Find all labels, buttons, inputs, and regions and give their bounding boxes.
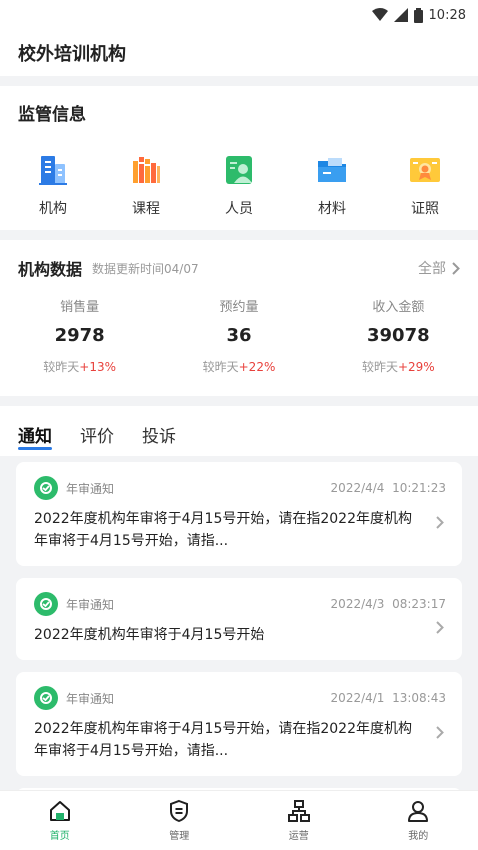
view-all-label: 全部 <box>418 261 446 277</box>
stat-sales: 销售量 2978 较昨天+13% <box>0 296 159 396</box>
stats-row: 销售量 2978 较昨天+13% 预约量 36 较昨天+22% 收入金额 390… <box>0 296 478 396</box>
view-all-link[interactable]: 全部 <box>418 258 460 278</box>
notice-tabs: 通知 评价 投诉 <box>0 406 478 456</box>
notice-card[interactable]: 年审通知 2022/4/1 13:08:43 2022年度机构年审将于4月15号… <box>16 672 462 776</box>
app-header: 校外培训机构 <box>0 30 478 76</box>
supervision-card: 监管信息 机构 课程 人员 材料 证照 <box>0 86 478 230</box>
tab-bar-label: 首页 <box>49 831 70 842</box>
page-title: 校外培训机构 <box>18 44 126 65</box>
supervision-grid: 机构 课程 人员 材料 证照 <box>0 138 478 230</box>
tab-bar-manage[interactable]: 管理 <box>120 791 240 850</box>
org-data-card: 机构数据 数据更新时间04/07 全部 销售量 2978 较昨天+13% 预约量… <box>0 240 478 396</box>
tab-review[interactable]: 评价 <box>80 422 114 448</box>
notice-card[interactable]: 年审通知 2022/4/3 08:23:17 2022年度机构年审将于4月15号… <box>16 578 462 660</box>
tab-bar-mine[interactable]: 我的 <box>359 791 478 850</box>
notice-card[interactable]: 年审通知 2022/4/4 10:21:23 2022年度机构年审将于4月15号… <box>16 462 462 566</box>
chevron-right-icon <box>436 726 444 739</box>
supervision-item-label: 课程 <box>132 201 160 217</box>
tab-bar-label: 管理 <box>169 831 190 842</box>
stat-bookings: 预约量 36 较昨天+22% <box>159 296 318 396</box>
notice-type: 年审通知 <box>66 597 115 612</box>
supervision-item-material[interactable]: 材料 <box>287 152 377 230</box>
chevron-right-icon <box>436 621 444 634</box>
org-data-title: 机构数据 <box>18 260 83 279</box>
network-icon <box>287 800 310 822</box>
supervision-item-label: 材料 <box>318 201 346 217</box>
signal-icon <box>393 8 408 22</box>
folder-icon <box>318 158 346 182</box>
status-time: 10:28 <box>428 7 466 23</box>
supervision-item-staff[interactable]: 人员 <box>194 152 284 230</box>
certificate-icon <box>410 158 440 182</box>
notice-icon <box>34 686 58 710</box>
supervision-item-org[interactable]: 机构 <box>8 152 98 230</box>
notice-icon <box>34 592 58 616</box>
stat-value: 36 <box>226 325 252 346</box>
chevron-right-icon <box>452 261 460 275</box>
chevron-right-icon <box>436 516 444 529</box>
notice-datetime: 2022/4/1 13:08:43 <box>330 691 446 705</box>
notice-list: 年审通知 2022/4/4 10:21:23 2022年度机构年审将于4月15号… <box>0 456 478 796</box>
stat-label: 预约量 <box>219 300 259 315</box>
supervision-title: 监管信息 <box>18 105 86 125</box>
stat-value: 39078 <box>367 325 430 346</box>
stat-change: 较昨天+22% <box>202 360 276 374</box>
supervision-item-label: 人员 <box>225 201 253 217</box>
stat-label: 收入金额 <box>372 300 425 315</box>
stat-value: 2978 <box>54 325 105 346</box>
stat-label: 销售量 <box>60 300 100 315</box>
notice-text: 2022年度机构年审将于4月15号开始，请在指2022年度机构年审将于4月15号… <box>34 721 412 759</box>
building-icon <box>39 156 67 185</box>
notice-icon <box>34 476 58 500</box>
tab-bar-label: 运营 <box>288 831 309 842</box>
tab-notice[interactable]: 通知 <box>18 422 52 450</box>
tab-complaint[interactable]: 投诉 <box>142 422 176 448</box>
home-icon <box>49 801 70 821</box>
supervision-item-label: 证照 <box>411 201 439 217</box>
notice-type: 年审通知 <box>66 691 115 706</box>
status-bar: 10:28 <box>0 0 478 30</box>
shield-list-icon <box>170 799 189 823</box>
notice-text: 2022年度机构年审将于4月15号开始 <box>34 627 265 643</box>
tab-bar-label: 我的 <box>408 831 429 842</box>
tab-bar-operations[interactable]: 运营 <box>239 791 359 850</box>
supervision-item-label: 机构 <box>39 201 67 217</box>
tab-bar-home[interactable]: 首页 <box>0 791 120 850</box>
bottom-tab-bar: 首页 管理 运营 我的 <box>0 790 478 850</box>
wifi-icon <box>371 8 388 21</box>
notice-datetime: 2022/4/4 10:21:23 <box>330 481 446 495</box>
user-icon <box>408 801 429 822</box>
stat-revenue: 收入金额 39078 较昨天+29% <box>319 296 478 396</box>
notice-type: 年审通知 <box>66 481 115 496</box>
stat-change: 较昨天+29% <box>361 360 435 374</box>
data-update-time: 数据更新时间04/07 <box>92 261 199 276</box>
supervision-item-course[interactable]: 课程 <box>101 152 191 230</box>
books-icon <box>133 157 160 183</box>
person-card-icon <box>226 156 252 184</box>
org-data-header: 机构数据 数据更新时间04/07 全部 <box>0 240 478 296</box>
battery-icon <box>413 7 423 23</box>
notice-datetime: 2022/4/3 08:23:17 <box>330 597 446 611</box>
notice-text: 2022年度机构年审将于4月15号开始，请在指2022年度机构年审将于4月15号… <box>34 511 412 549</box>
stat-change: 较昨天+13% <box>43 360 117 374</box>
supervision-item-license[interactable]: 证照 <box>380 152 470 230</box>
